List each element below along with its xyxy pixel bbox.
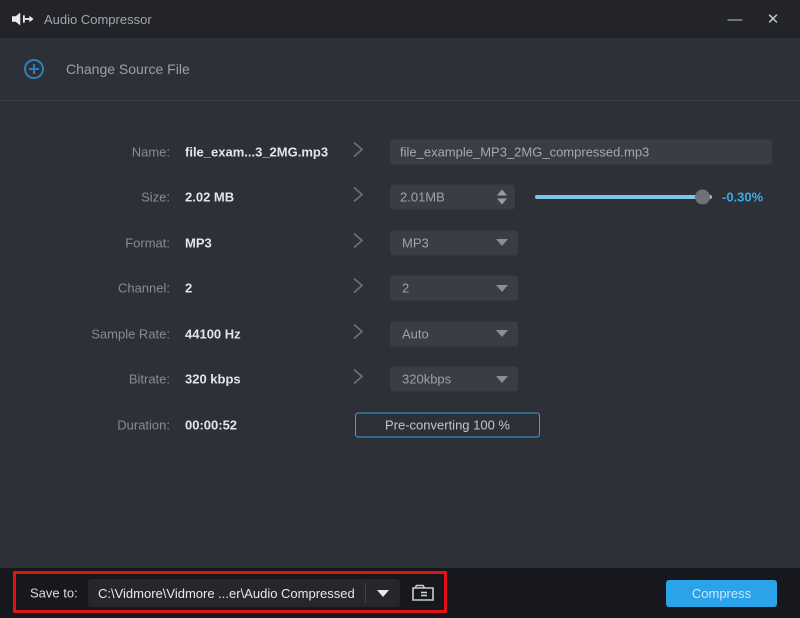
row-channel: Channel: 2 2 (0, 266, 800, 312)
size-spinner[interactable]: 2.01MB (390, 185, 515, 210)
save-to-label: Save to: (30, 586, 78, 601)
row-bitrate: Bitrate: 320 kbps 320kbps (0, 357, 800, 403)
format-dropdown-value: MP3 (390, 235, 429, 250)
footer-bar: Save to: C:\Vidmore\Vidmore ...er\Audio … (0, 568, 800, 618)
source-header: Change Source File (0, 38, 800, 101)
duration-label: Duration: (0, 417, 170, 432)
sample-rate-value: 44100 Hz (185, 326, 241, 341)
bitrate-value: 320 kbps (185, 372, 241, 387)
sample-rate-dropdown-value: Auto (390, 326, 429, 341)
name-value: file_exam...3_2MG.mp3 (185, 144, 328, 159)
folder-icon (411, 583, 435, 603)
row-format: Format: MP3 MP3 (0, 220, 800, 266)
minimize-button[interactable]: — (716, 0, 754, 38)
window-controls: — ✕ (716, 0, 792, 38)
bitrate-label: Bitrate: (0, 372, 170, 387)
chevron-right-icon (352, 277, 364, 300)
preconvert-button[interactable]: Pre-converting 100 % (355, 412, 540, 437)
spin-up-icon[interactable] (497, 190, 507, 196)
speaker-compress-icon (12, 11, 34, 27)
window-title: Audio Compressor (44, 12, 152, 27)
plus-circle-icon (24, 59, 44, 79)
browse-folder-button[interactable] (408, 580, 438, 606)
output-name-input[interactable] (390, 139, 772, 164)
chevron-down-icon (496, 330, 508, 337)
row-size: Size: 2.02 MB 2.01MB -0.30% (0, 175, 800, 221)
chevron-right-icon (352, 322, 364, 345)
chevron-right-icon (352, 368, 364, 391)
chevron-down-icon (496, 376, 508, 383)
close-button[interactable]: ✕ (754, 0, 792, 38)
bitrate-dropdown[interactable]: 320kbps (390, 367, 518, 392)
compress-button[interactable]: Compress (666, 580, 777, 607)
slider-thumb[interactable] (695, 190, 710, 205)
row-duration: Duration: 00:00:52 Pre-converting 100 % (0, 402, 800, 448)
sample-rate-label: Sample Rate: (0, 326, 170, 341)
bitrate-dropdown-value: 320kbps (390, 372, 451, 387)
spinner-arrows-icon[interactable] (497, 185, 507, 210)
size-value: 2.02 MB (185, 190, 234, 205)
chevron-down-icon (377, 590, 389, 597)
channel-label: Channel: (0, 281, 170, 296)
save-path-combo[interactable]: C:\Vidmore\Vidmore ...er\Audio Compresse… (88, 579, 400, 607)
spin-down-icon[interactable] (497, 199, 507, 205)
row-name: Name: file_exam...3_2MG.mp3 (0, 129, 800, 175)
change-source-file-button[interactable]: Change Source File (24, 59, 190, 79)
channel-dropdown[interactable]: 2 (390, 276, 518, 301)
chevron-right-icon (352, 231, 364, 254)
chevron-right-icon (352, 140, 364, 163)
duration-value: 00:00:52 (185, 417, 237, 432)
sample-rate-dropdown[interactable]: Auto (390, 321, 518, 346)
channel-dropdown-value: 2 (390, 281, 409, 296)
chevron-right-icon (352, 186, 364, 209)
slider-track[interactable] (535, 195, 712, 199)
app-window: Audio Compressor — ✕ Change Source File … (0, 0, 800, 618)
format-value: MP3 (185, 235, 212, 250)
change-source-file-label: Change Source File (66, 61, 190, 77)
name-label: Name: (0, 144, 170, 159)
chevron-down-icon (496, 285, 508, 292)
size-label: Size: (0, 190, 170, 205)
save-path-value[interactable]: C:\Vidmore\Vidmore ...er\Audio Compresse… (88, 586, 365, 601)
row-sample-rate: Sample Rate: 44100 Hz Auto (0, 311, 800, 357)
settings-form: Name: file_exam...3_2MG.mp3 Size: 2.02 M… (0, 101, 800, 448)
chevron-down-icon (496, 239, 508, 246)
title-bar: Audio Compressor — ✕ (0, 0, 800, 38)
format-label: Format: (0, 235, 170, 250)
channel-value: 2 (185, 281, 192, 296)
size-change-readout: -0.30% (722, 190, 763, 205)
size-spinner-value: 2.01MB (390, 190, 445, 205)
size-slider[interactable] (535, 189, 712, 205)
format-dropdown[interactable]: MP3 (390, 230, 518, 255)
save-path-dropdown-button[interactable] (366, 579, 400, 607)
